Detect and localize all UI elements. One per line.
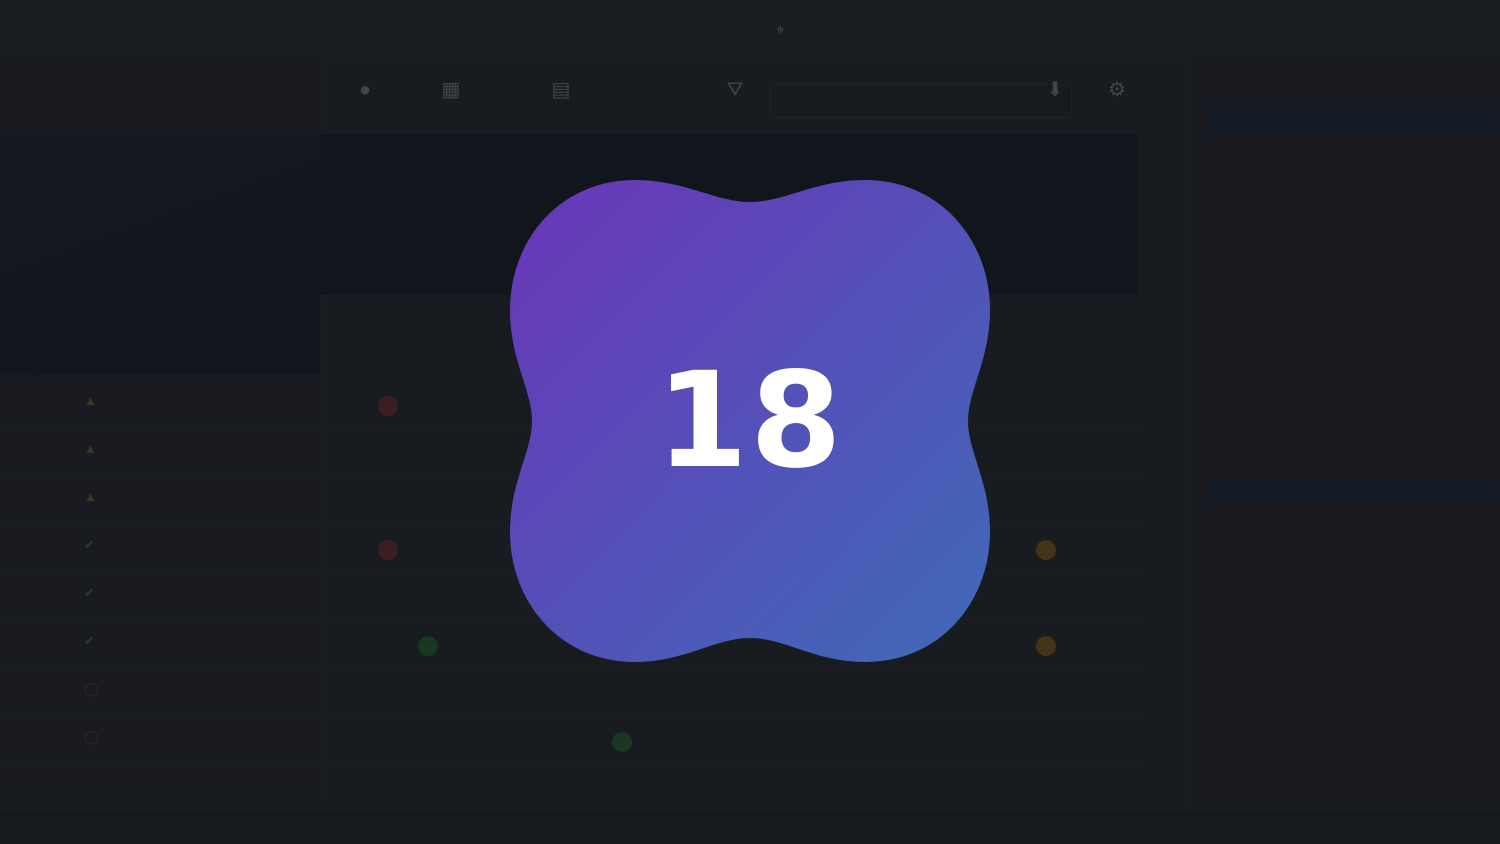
countdown-badge: 18	[510, 180, 990, 662]
countdown-number: 18	[656, 344, 844, 498]
